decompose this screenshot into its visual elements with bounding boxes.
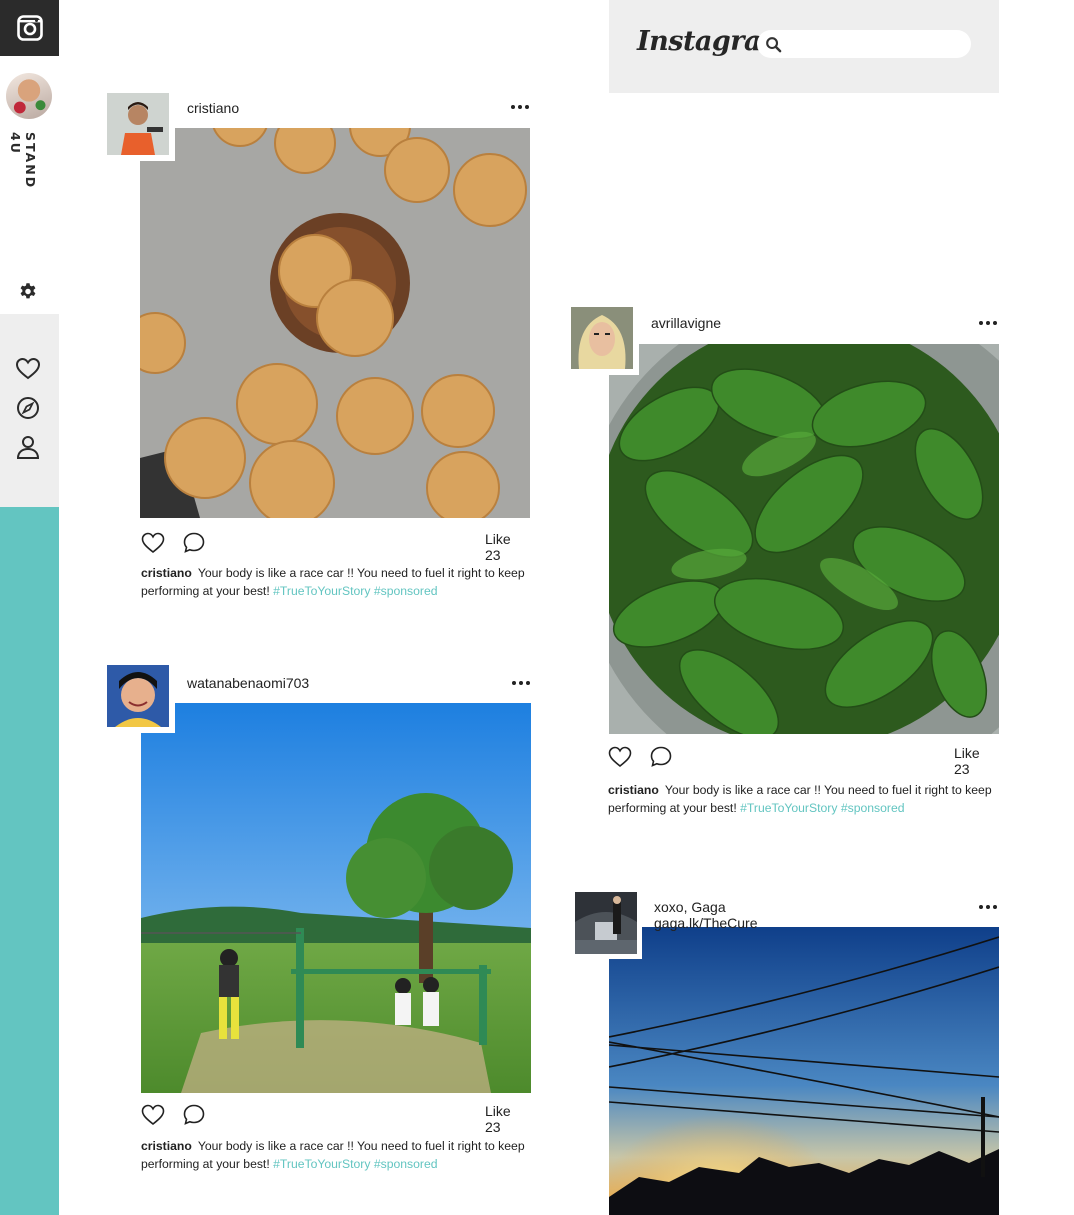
caption-username[interactable]: cristiano [608, 783, 659, 797]
post-username[interactable]: avrillavigne [651, 315, 721, 331]
post-avatar-frame [571, 307, 639, 375]
heart-icon[interactable] [14, 355, 42, 383]
sidebar: STAND 4U [0, 0, 59, 1215]
post-photo[interactable] [609, 344, 999, 734]
more-options-icon[interactable] [511, 105, 533, 115]
search-input[interactable] [789, 34, 961, 54]
more-options-icon[interactable] [979, 905, 1001, 915]
comment-icon[interactable] [648, 744, 674, 770]
profile-avatar[interactable] [6, 73, 52, 119]
post-caption: cristiano Your body is like a race car !!… [608, 781, 1008, 817]
like-icon[interactable] [607, 744, 633, 770]
instagram-header: Instagram [609, 0, 999, 93]
post-avatar[interactable] [107, 665, 169, 727]
gear-icon[interactable] [17, 280, 39, 302]
caption-username[interactable]: cristiano [141, 566, 192, 580]
post-avatar-frame [107, 665, 175, 733]
like-icon[interactable] [140, 1102, 166, 1128]
sidebar-accent-panel [0, 507, 59, 1215]
caption-hashtags[interactable]: #TrueToYourStory #sponsored [740, 801, 904, 815]
caption-hashtags[interactable]: #TrueToYourStory #sponsored [273, 1157, 437, 1171]
compass-icon[interactable] [14, 394, 42, 422]
brand-label: STAND 4U [8, 132, 38, 190]
search-box[interactable] [757, 30, 971, 58]
post-avatar[interactable] [571, 307, 633, 369]
post-avatar-frame [107, 93, 175, 161]
comment-icon[interactable] [181, 530, 207, 556]
instagram-icon[interactable] [0, 0, 59, 56]
more-options-icon[interactable] [512, 681, 534, 691]
post-avatar[interactable] [575, 892, 637, 954]
post-photo[interactable] [609, 927, 999, 1215]
like-count: Like 23 [485, 531, 511, 563]
post-photo[interactable] [141, 703, 531, 1093]
post-avatar-frame [575, 892, 642, 959]
like-count: Like 23 [954, 745, 980, 777]
caption-username[interactable]: cristiano [141, 1139, 192, 1153]
post-caption: cristiano Your body is like a race car !!… [141, 1137, 541, 1173]
post-username[interactable]: cristiano [187, 100, 239, 116]
post-username[interactable]: xoxo, Gaga gaga.lk/TheCure [654, 899, 758, 931]
post-caption: cristiano Your body is like a race car !!… [141, 564, 541, 600]
post-username[interactable]: watanabenaomi703 [187, 675, 309, 691]
comment-icon[interactable] [181, 1102, 207, 1128]
like-count: Like 23 [485, 1103, 511, 1135]
post-avatar[interactable] [107, 93, 169, 155]
post-photo[interactable] [140, 128, 530, 518]
like-icon[interactable] [140, 530, 166, 556]
user-icon[interactable] [14, 433, 42, 461]
more-options-icon[interactable] [979, 321, 1001, 331]
caption-hashtags[interactable]: #TrueToYourStory #sponsored [273, 584, 437, 598]
search-icon [766, 37, 782, 53]
